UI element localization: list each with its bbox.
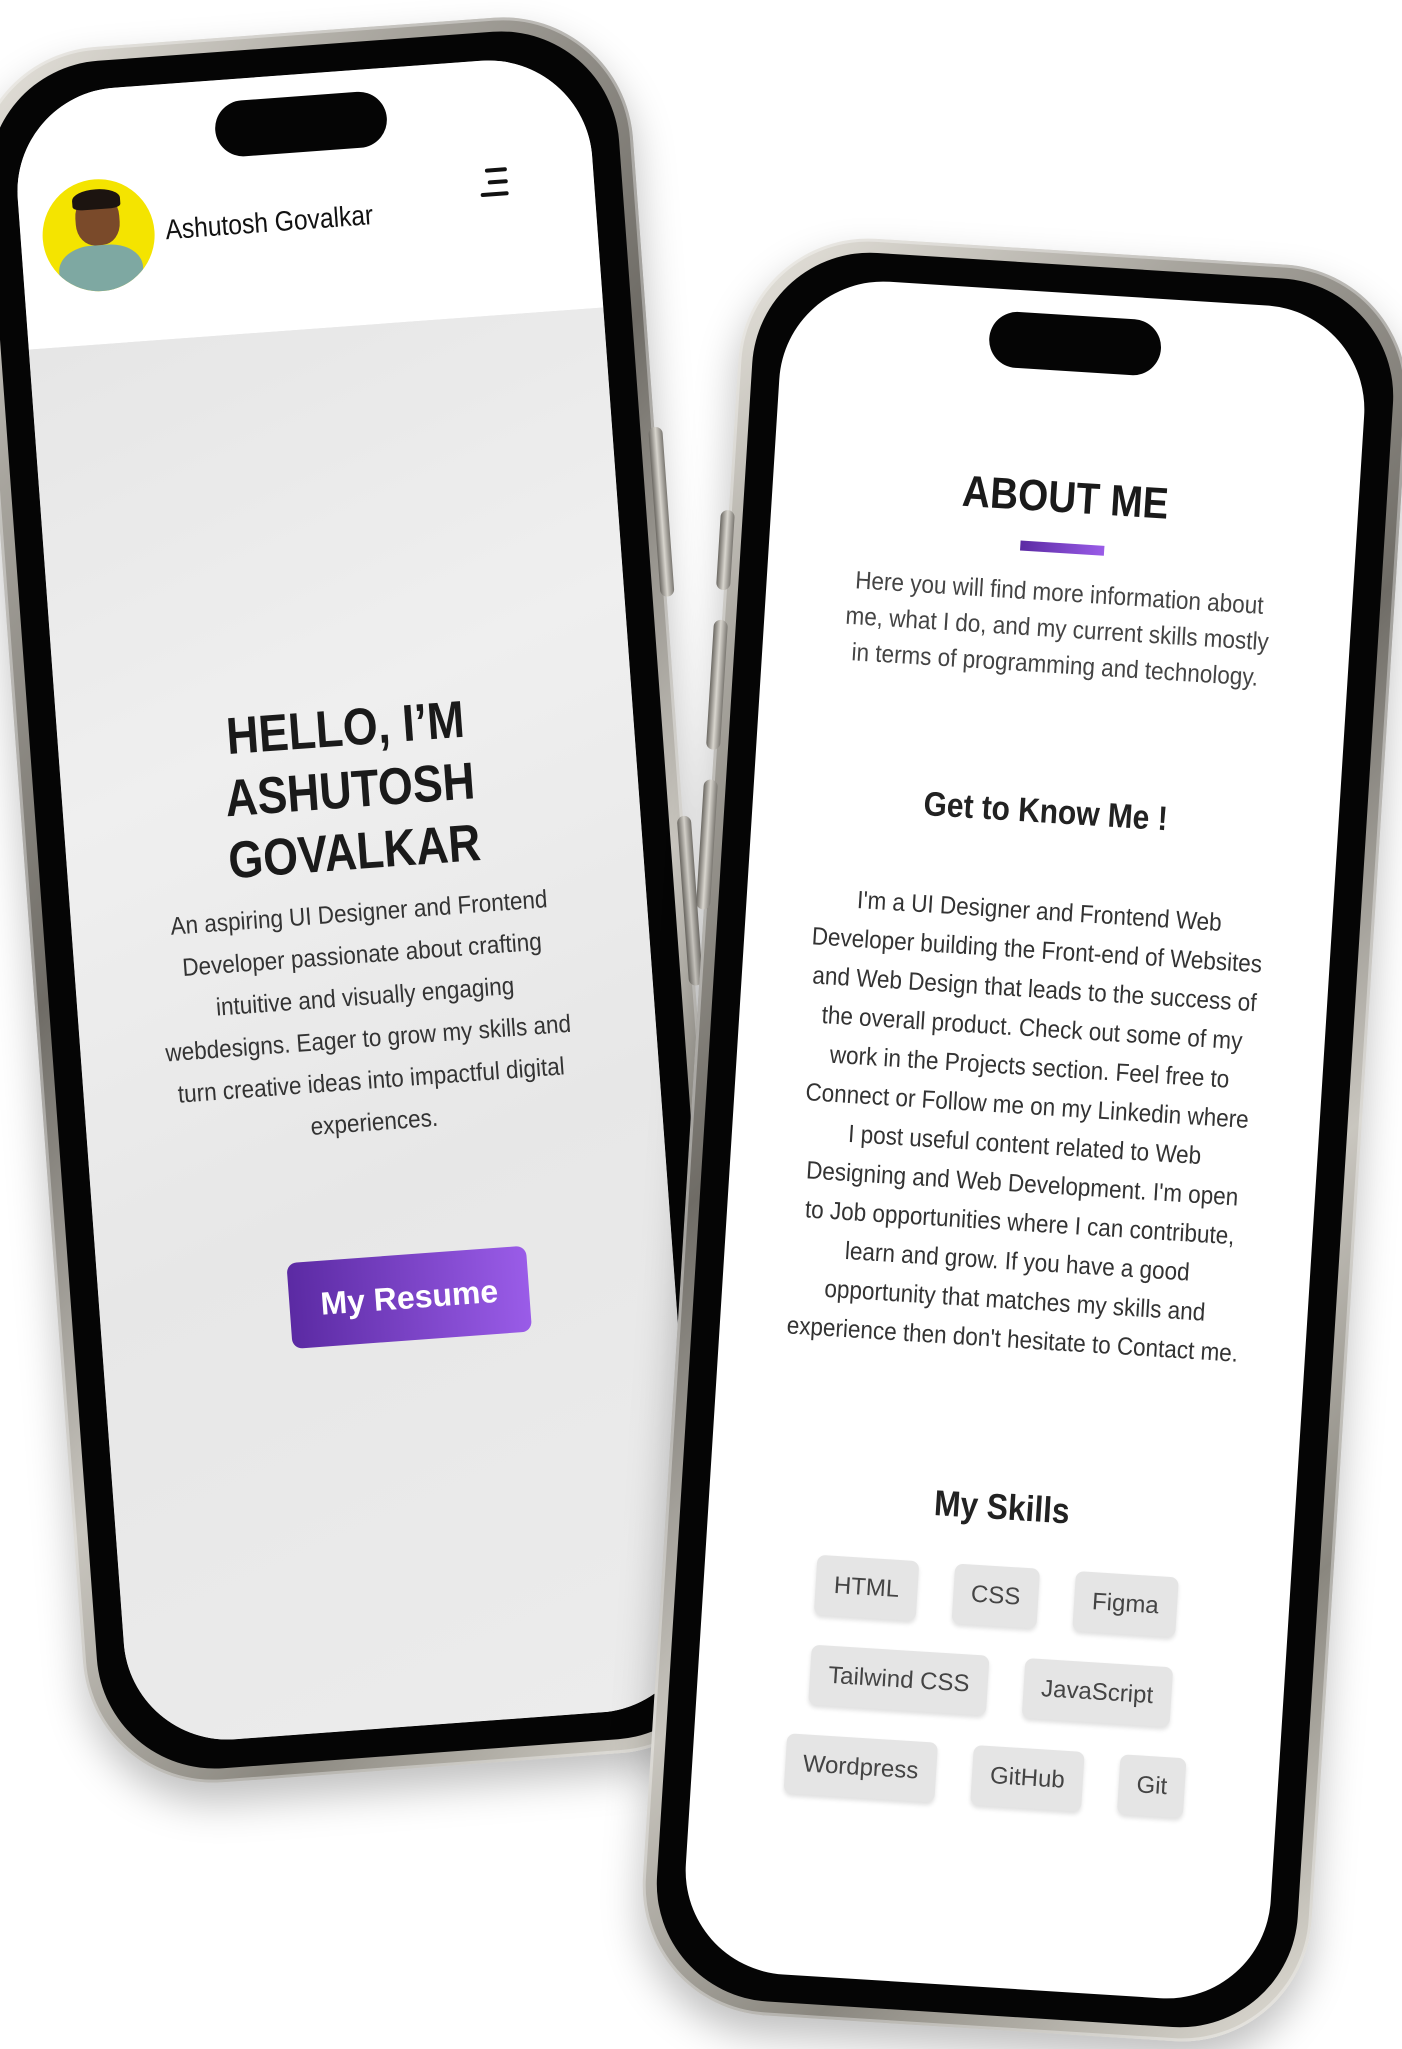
skill-chip: Figma [1072, 1571, 1179, 1638]
skill-chip: HTML [814, 1554, 919, 1622]
about-title: ABOUT ME [960, 466, 1170, 529]
dynamic-island [987, 310, 1163, 377]
hero-title: HELLO, I’M ASHUTOSH GOVALKAR [223, 690, 483, 891]
about-screen: ABOUT ME Here you will find more informa… [679, 275, 1371, 2005]
my-resume-button[interactable]: My Resume [286, 1245, 533, 1349]
skills-title: My Skills [932, 1482, 1071, 1532]
hero-screen: Ashutosh Govalkar HELLO, I’M ASHUTOSH GO… [10, 53, 706, 1747]
hamburger-menu-icon[interactable] [479, 167, 509, 203]
skill-chip: CSS [951, 1563, 1041, 1629]
title-underline [1020, 540, 1105, 556]
phone-mockup-hero: Ashutosh Govalkar HELLO, I’M ASHUTOSH GO… [0, 8, 751, 1792]
skill-chip: Tailwind CSS [808, 1644, 990, 1716]
phone-bezel: Ashutosh Govalkar HELLO, I’M ASHUTOSH GO… [0, 23, 736, 1777]
brand-name[interactable]: Ashutosh Govalkar [164, 199, 374, 246]
skill-chip: GitHub [970, 1744, 1085, 1812]
skill-chip: Wordpress [783, 1733, 939, 1803]
skill-chip: Git [1116, 1754, 1187, 1819]
phone-mockup-about: ABOUT ME Here you will find more informa… [634, 230, 1402, 2049]
skills-list: HTML CSS Figma Tailwind CSS JavaScript W… [735, 1551, 1247, 1822]
about-body-text: I'm a UI Designer and Frontend Web Devel… [785, 886, 1263, 1368]
skill-chip: JavaScript [1021, 1658, 1173, 1728]
hero-description: An aspiring UI Designer and Frontend Dev… [164, 885, 572, 1142]
phone-bezel: ABOUT ME Here you will find more informa… [649, 245, 1401, 2035]
avatar[interactable] [38, 175, 159, 296]
get-to-know-title: Get to Know Me ! [922, 785, 1169, 839]
about-intro: Here you will find more information abou… [844, 566, 1270, 692]
